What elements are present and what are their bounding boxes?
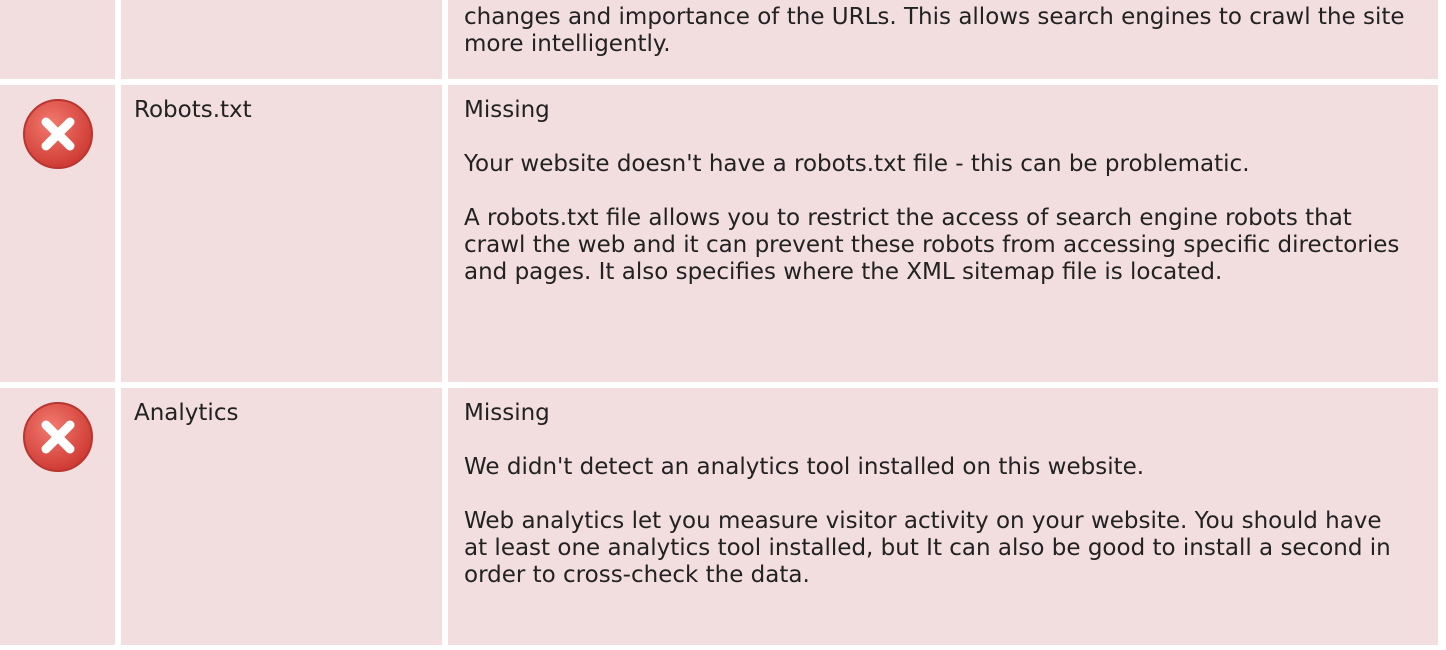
row-label: Analytics: [134, 400, 239, 426]
label-cell: [121, 0, 442, 79]
icon-cell: [0, 0, 115, 79]
error-icon: [22, 98, 94, 170]
description-cell: Missing Your website doesn't have a robo…: [448, 85, 1438, 382]
row-label: Robots.txt: [134, 97, 252, 123]
row-description: changes and importance of the URLs. This…: [464, 4, 1405, 57]
description-cell: Missing We didn't detect an analytics to…: [448, 388, 1438, 645]
error-icon: [22, 401, 94, 473]
row-status: Missing: [464, 400, 550, 426]
seo-report-table: changes and importance of the URLs. This…: [0, 0, 1446, 645]
description-cell: changes and importance of the URLs. This…: [448, 0, 1438, 79]
icon-cell: [0, 85, 115, 382]
row-summary: Your website doesn't have a robots.txt f…: [464, 151, 1250, 177]
icon-cell: [0, 388, 115, 645]
row-description: A robots.txt file allows you to restrict…: [464, 205, 1400, 285]
label-cell: Robots.txt: [121, 85, 442, 382]
row-status: Missing: [464, 97, 550, 123]
label-cell: Analytics: [121, 388, 442, 645]
row-description: Web analytics let you measure visitor ac…: [464, 508, 1391, 588]
row-summary: We didn't detect an analytics tool insta…: [464, 454, 1145, 480]
